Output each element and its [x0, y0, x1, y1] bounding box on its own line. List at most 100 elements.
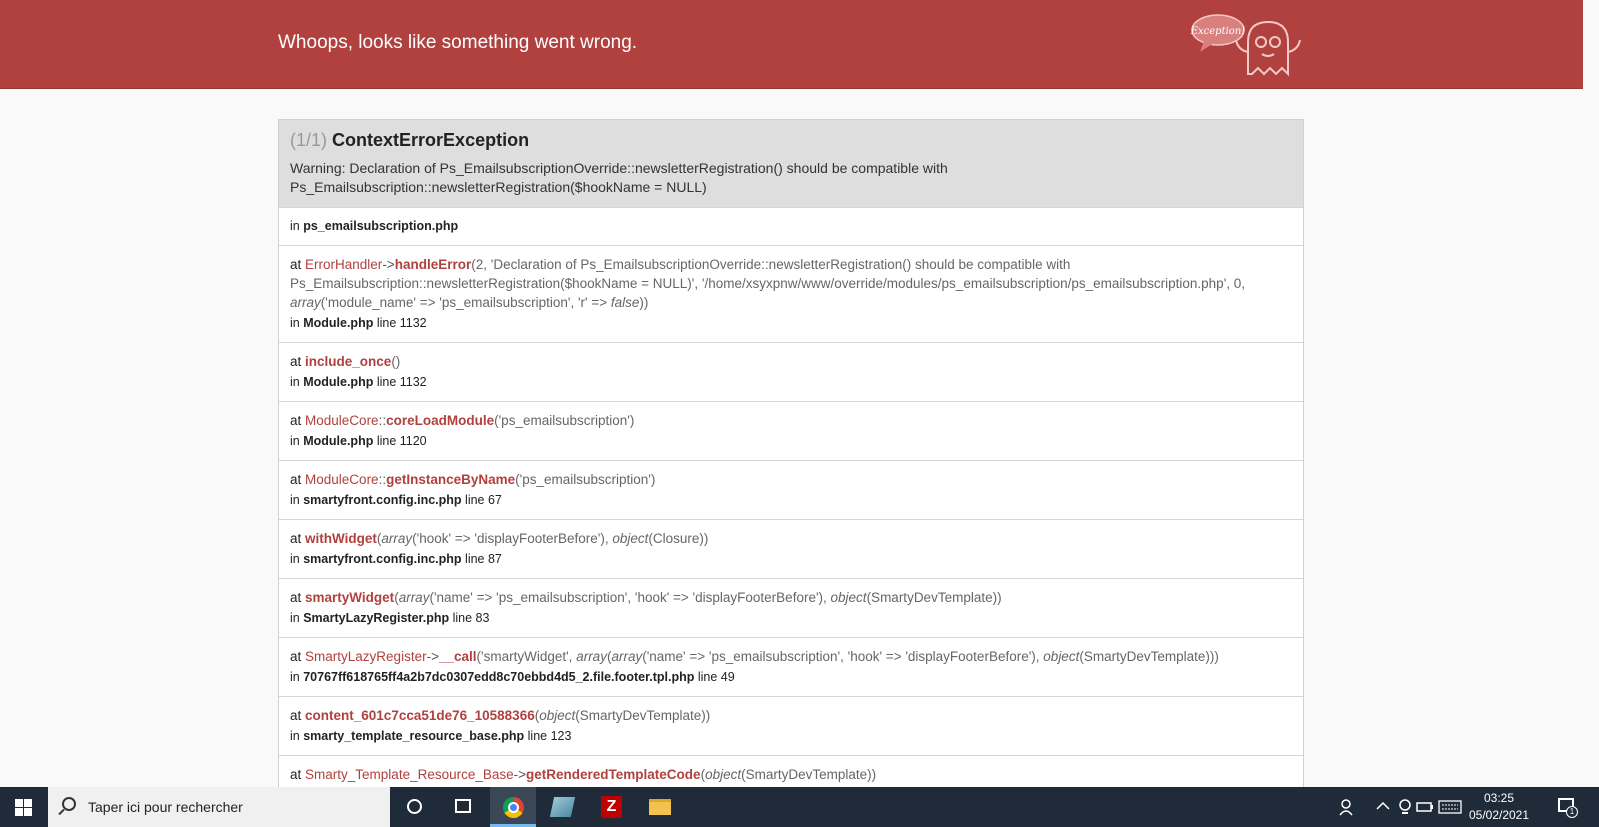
webcam-icon[interactable] [1398, 798, 1412, 816]
ghost-mascot-icon: Exception! [1190, 14, 1301, 77]
people-icon[interactable] [1339, 798, 1357, 816]
trace-item: at include_once()in Module.php line 1132 [279, 342, 1303, 401]
trace-location: in smartyfront.config.inc.php line 87 [290, 550, 1292, 569]
task-view-button[interactable] [440, 787, 486, 827]
trace-file: smarty_template_resource_base.php [303, 729, 525, 743]
clock-date: 05/02/2021 [1468, 808, 1530, 822]
trace-file: smartyfront.config.inc.php [303, 493, 462, 507]
trace-function: handleError [394, 257, 472, 272]
exception-message-line-1: Warning: Declaration of Ps_Emailsubscrip… [290, 160, 948, 176]
trace-separator: :: [378, 472, 387, 487]
trace-function: coreLoadModule [386, 413, 495, 428]
clock-time: 03:25 [1483, 791, 1515, 805]
at-label: at [290, 472, 302, 487]
trace-item: at ModuleCore::getInstanceByName('ps_ema… [279, 460, 1303, 519]
exception-location: in ps_emailsubscription.php [279, 207, 1303, 245]
trace-item: at SmartyLazyRegister->__call('smartyWid… [279, 637, 1303, 696]
trace-file: smartyfront.config.inc.php [303, 552, 462, 566]
trace-separator: -> [426, 649, 439, 664]
taskbar-file-explorer[interactable] [637, 787, 683, 827]
trace-call: at SmartyLazyRegister->__call('smartyWid… [290, 647, 1292, 666]
page-title: Whoops, looks like something went wrong. [278, 32, 638, 53]
trace-item: at ModuleCore::coreLoadModule('ps_emails… [279, 401, 1303, 460]
book-app-icon [549, 797, 576, 817]
battery-icon[interactable] [1416, 799, 1434, 815]
at-label: at [290, 531, 302, 546]
in-label: in [290, 493, 300, 507]
in-label: in [290, 670, 300, 684]
search-icon [62, 797, 76, 811]
trace-call: at Smarty_Template_Resource_Base->getRen… [290, 765, 1292, 784]
search-placeholder: Taper ici pour rechercher [88, 799, 243, 815]
trace-arguments: (array('name' => 'ps_emailsubscription',… [394, 590, 1002, 605]
stack-trace: in ps_emailsubscription.php at ErrorHand… [278, 207, 1304, 787]
trace-location: in Module.php line 1120 [290, 432, 1292, 451]
windows-logo-icon [15, 799, 32, 816]
trace-separator: :: [378, 413, 387, 428]
trace-file: SmartyLazyRegister.php [303, 611, 450, 625]
at-label: at [290, 708, 302, 723]
trace-class: SmartyLazyRegister [305, 649, 427, 664]
chevron-up-icon[interactable] [1376, 800, 1390, 812]
trace-item: at Smarty_Template_Resource_Base->getRen… [279, 755, 1303, 787]
exception-file: ps_emailsubscription.php [303, 219, 459, 233]
at-label: at [290, 649, 302, 664]
trace-arguments: (object(SmartyDevTemplate)) [534, 708, 711, 723]
trace-call: at content_601c7cca51de76_10588366(objec… [290, 706, 1292, 725]
trace-call: at include_once() [290, 352, 1292, 371]
error-header: Whoops, looks like something went wrong.… [0, 0, 1583, 89]
exception-count: (1/1) [290, 130, 328, 150]
trace-item: at withWidget(array('hook' => 'displayFo… [279, 519, 1303, 578]
trace-location: in Module.php line 1132 [290, 373, 1292, 392]
exception-panel: (1/1) ContextErrorException Warning: Dec… [278, 119, 1304, 787]
cortana-icon [407, 799, 422, 814]
trace-line: line 49 [697, 670, 735, 684]
folder-icon [649, 799, 671, 815]
trace-call: at withWidget(array('hook' => 'displayFo… [290, 529, 1292, 548]
trace-call: at ModuleCore::getInstanceByName('ps_ema… [290, 470, 1292, 489]
taskbar-chrome[interactable] [490, 787, 536, 827]
trace-line: line 1120 [376, 434, 427, 448]
filezilla-icon: Z [601, 796, 622, 818]
cortana-button[interactable] [391, 787, 437, 827]
trace-location: in smarty_template_resource_base.php lin… [290, 727, 1292, 746]
chrome-icon [503, 797, 524, 818]
exception-class: ContextErrorException [332, 130, 530, 150]
trace-class: ErrorHandler [305, 257, 383, 272]
trace-arguments: () [391, 354, 401, 369]
trace-class: ModuleCore [305, 472, 379, 487]
trace-line: line 1132 [376, 316, 427, 330]
taskbar-app-book[interactable] [539, 787, 585, 827]
exception-header: (1/1) ContextErrorException Warning: Dec… [278, 119, 1304, 207]
trace-arguments: (object(SmartyDevTemplate)) [700, 767, 877, 782]
taskbar-filezilla[interactable]: Z [588, 787, 634, 827]
trace-separator: -> [382, 257, 395, 272]
trace-item: at smartyWidget(array('name' => 'ps_emai… [279, 578, 1303, 637]
trace-call: at ModuleCore::coreLoadModule('ps_emails… [290, 411, 1292, 430]
trace-arguments: ('ps_emailsubscription') [494, 413, 635, 428]
trace-location: in 70767ff618765ff4a2b7dc0307edd8c70ebbd… [290, 668, 1292, 687]
start-button[interactable] [0, 787, 46, 827]
mascot-speech-text: Exception! [1190, 26, 1245, 37]
notification-count-badge: 1 [1566, 806, 1578, 818]
keyboard-icon[interactable] [1438, 800, 1462, 814]
trace-file: Module.php [303, 316, 374, 330]
at-label: at [290, 413, 302, 428]
system-clock[interactable]: 03:25 05/02/2021 [1468, 790, 1530, 824]
exception-message-line-2: Ps_Emailsubscription::newsletterRegistra… [290, 179, 707, 195]
windows-taskbar: Taper ici pour rechercher Z 03:25 05/02/… [0, 787, 1599, 827]
trace-call: at ErrorHandler->handleError(2, 'Declara… [290, 255, 1292, 312]
taskbar-search-box[interactable]: Taper ici pour rechercher [48, 787, 390, 827]
trace-arguments: (array('hook' => 'displayFooterBefore'),… [376, 531, 709, 546]
in-label: in [290, 375, 300, 389]
trace-location: in SmartyLazyRegister.php line 83 [290, 609, 1292, 628]
in-label: in [290, 219, 300, 233]
at-label: at [290, 590, 302, 605]
trace-function: __call [438, 649, 477, 664]
trace-file: Module.php [303, 434, 374, 448]
trace-class: ModuleCore [305, 413, 379, 428]
trace-file: Module.php [303, 375, 374, 389]
in-label: in [290, 729, 300, 743]
trace-line: line 83 [452, 611, 490, 625]
in-label: in [290, 552, 300, 566]
